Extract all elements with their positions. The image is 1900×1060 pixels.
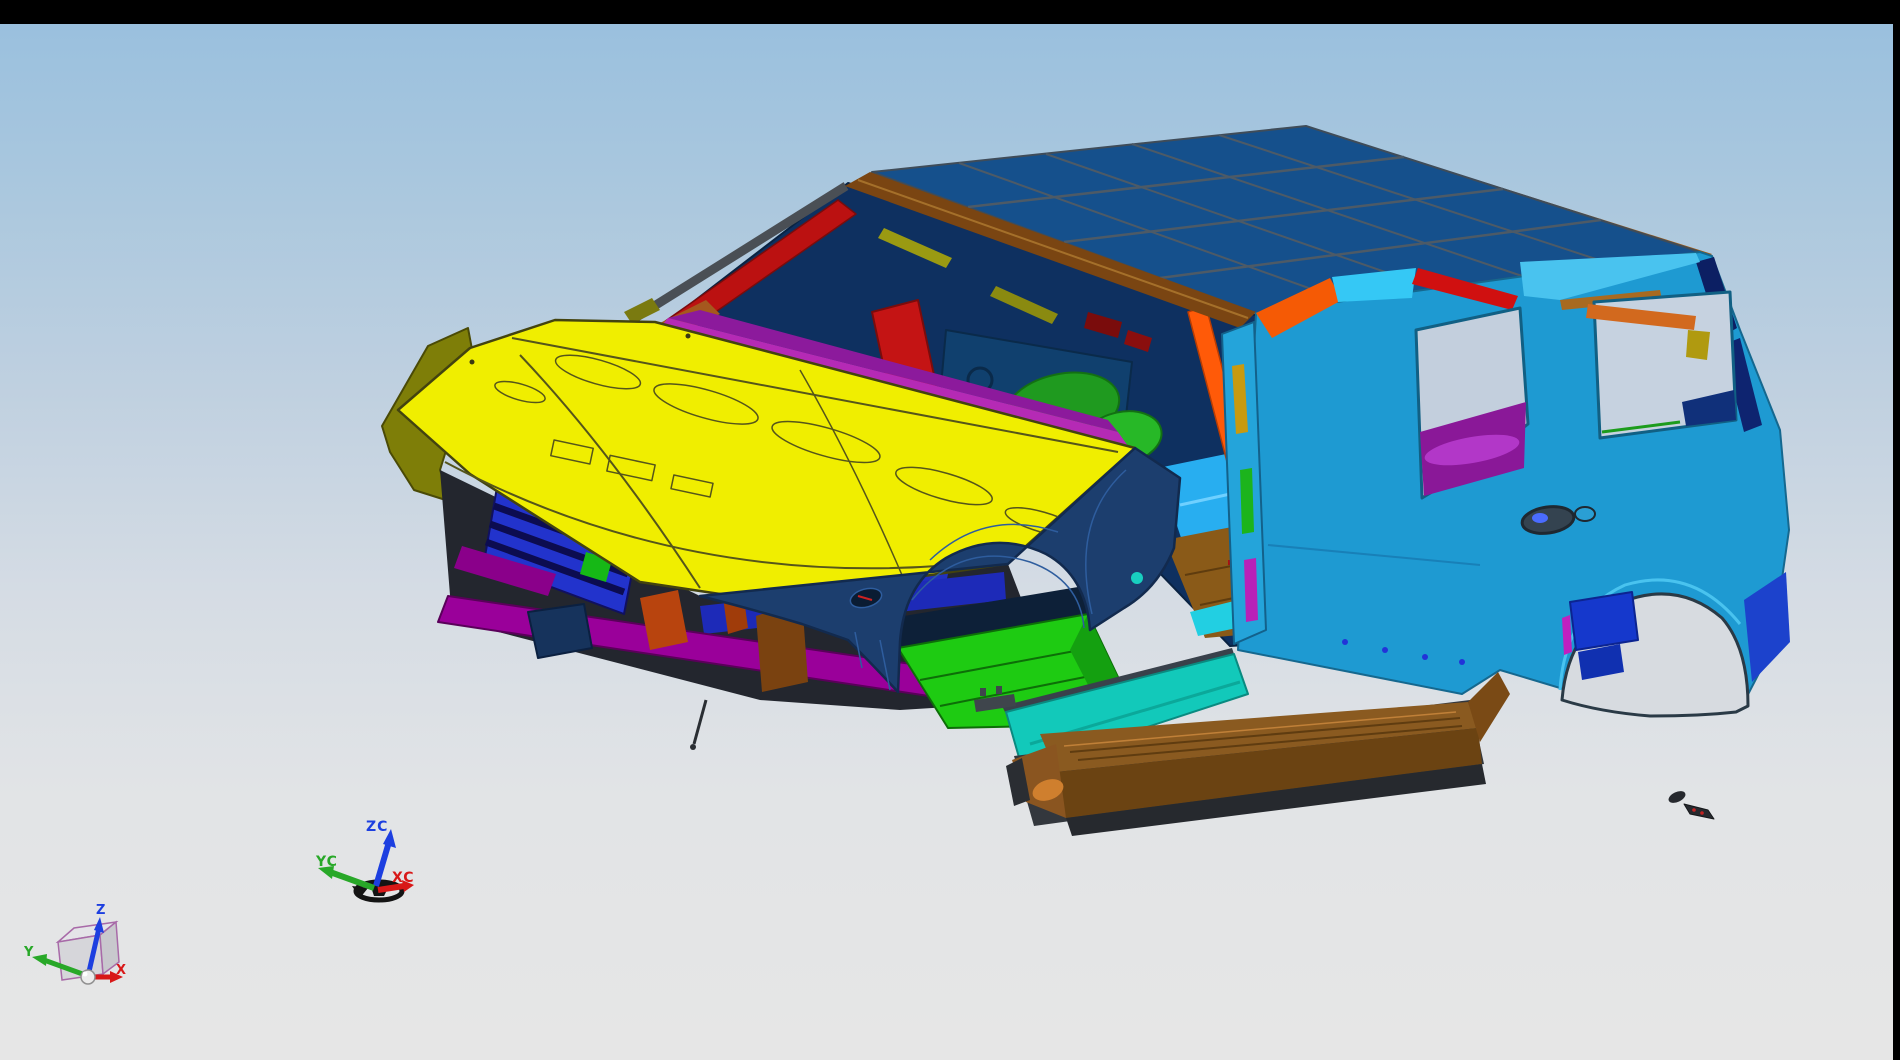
- z-axis-label: Z: [96, 903, 106, 918]
- y-axis-label: Y: [23, 945, 34, 960]
- quarter-window-2[interactable]: [1586, 292, 1736, 438]
- cad-window: ZC YC XC Z Y X: [0, 0, 1900, 1060]
- body-side-rear[interactable]: [1238, 252, 1790, 716]
- quarter-window-1[interactable]: [1416, 308, 1528, 498]
- x-axis-label: X: [116, 963, 127, 978]
- view-cube[interactable]: Z Y X: [23, 903, 127, 984]
- yc-axis-label: YC: [315, 854, 338, 870]
- origin-sphere: [81, 970, 95, 984]
- mud-flap: [528, 604, 592, 658]
- detached-parts[interactable]: [1667, 789, 1714, 819]
- zc-axis-label: ZC: [366, 819, 388, 835]
- car-model[interactable]: [382, 126, 1790, 836]
- wcs-triad[interactable]: ZC YC XC: [315, 819, 415, 900]
- viewport-canvas[interactable]: ZC YC XC Z Y X: [0, 0, 1900, 1060]
- xc-axis-label: XC: [392, 870, 415, 886]
